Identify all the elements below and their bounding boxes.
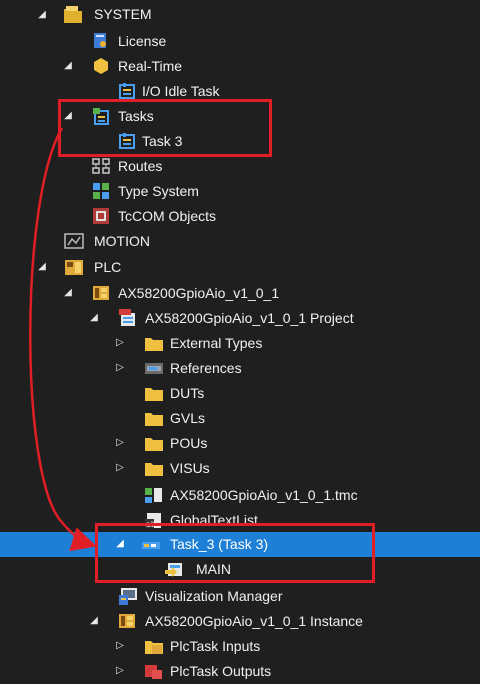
- tree-item-label: Task 3: [142, 133, 183, 149]
- tree-item-routes[interactable]: Routes: [0, 154, 480, 179]
- task-icon: [118, 132, 136, 150]
- tree-item-plctask-inputs[interactable]: ▷ PlcTask Inputs: [0, 634, 480, 659]
- tree-item-plc-project-file[interactable]: ◢ AX58200GpioAio_v1_0_1 Project: [0, 306, 480, 331]
- tree-item-label: PlcTask Inputs: [170, 638, 261, 654]
- tree-item-label: TcCOM Objects: [118, 208, 217, 224]
- tree-item-label: AX58200GpioAio_v1_0_1 Project: [145, 310, 354, 326]
- tree-item-duts[interactable]: DUTs: [0, 381, 480, 406]
- expand-toggle[interactable]: ▷: [114, 361, 126, 375]
- plc-icon: [64, 258, 83, 276]
- tree-item-io-idle-task[interactable]: I/O Idle Task: [0, 79, 480, 104]
- tree-item-type-system[interactable]: Type System: [0, 179, 480, 204]
- tree-item-label: AX58200GpioAio_v1_0_1.tmc: [170, 487, 358, 503]
- tree-item-label: GlobalTextList: [170, 512, 258, 528]
- tree-item-label: I/O Idle Task: [142, 83, 220, 99]
- tree-item-label: Task_3 (Task 3): [170, 536, 269, 552]
- expand-toggle[interactable]: ▷: [114, 461, 126, 475]
- tasks-icon: [92, 107, 110, 125]
- tree-item-visualization-manager[interactable]: Visualization Manager: [0, 584, 480, 609]
- realtime-icon: [92, 57, 110, 75]
- tree-item-real-time[interactable]: ◢ Real-Time: [0, 54, 480, 79]
- expand-toggle[interactable]: ◢: [36, 8, 48, 22]
- expand-toggle[interactable]: ▷: [114, 436, 126, 450]
- tree-item-label: GVLs: [170, 410, 206, 426]
- expand-toggle[interactable]: ◢: [88, 614, 100, 628]
- tree-item-global-text-list[interactable]: ab GlobalTextList: [0, 508, 480, 533]
- tree-item-label: References: [170, 360, 242, 376]
- visu-manager-icon: [118, 587, 137, 605]
- tree-item-gvls[interactable]: GVLs: [0, 406, 480, 431]
- tmc-icon: [144, 486, 162, 504]
- expand-toggle[interactable]: ◢: [36, 260, 48, 274]
- tree-item-tccom-objects[interactable]: TcCOM Objects: [0, 204, 480, 229]
- solution-explorer-tree: ◢ SYSTEM License ◢ Real-Time I/O Idle Ta…: [0, 0, 480, 684]
- tree-item-label: Visualization Manager: [145, 588, 283, 604]
- tree-item-pous[interactable]: ▷ POUs: [0, 431, 480, 456]
- expand-toggle[interactable]: ▷: [114, 664, 126, 678]
- expand-toggle[interactable]: ◢: [114, 537, 126, 551]
- textlist-icon: ab: [144, 511, 162, 529]
- tree-item-license[interactable]: License: [0, 29, 480, 54]
- tree-item-visus[interactable]: ▷ VISUs: [0, 456, 480, 481]
- instance-icon: [118, 612, 136, 630]
- tree-item-tmc[interactable]: AX58200GpioAio_v1_0_1.tmc: [0, 483, 480, 508]
- task-icon: [118, 82, 136, 100]
- tree-item-label: PlcTask Outputs: [170, 663, 272, 679]
- tccom-icon: [92, 207, 110, 225]
- tree-item-motion[interactable]: MOTION: [0, 229, 480, 254]
- folder-icon: [144, 409, 163, 427]
- tree-item-label: DUTs: [170, 385, 205, 401]
- type-system-icon: [92, 182, 110, 200]
- references-icon: [144, 359, 163, 377]
- outputs-icon: [144, 662, 162, 680]
- folder-icon: [144, 334, 163, 352]
- folder-icon: [144, 434, 163, 452]
- plc-project-icon: [92, 284, 110, 302]
- tree-item-label: Routes: [118, 158, 163, 174]
- tree-item-plc[interactable]: ◢ PLC: [0, 255, 480, 280]
- tree-item-label: VISUs: [170, 460, 210, 476]
- tree-item-label: MOTION: [94, 233, 150, 249]
- motion-icon: [64, 232, 84, 250]
- tree-item-task-3-reference[interactable]: ◢ Task_3 (Task 3): [0, 532, 480, 557]
- inputs-icon: [144, 637, 163, 655]
- routes-icon: [92, 157, 110, 175]
- tree-item-label: MAIN: [196, 561, 231, 577]
- tree-item-external-types[interactable]: ▷ External Types: [0, 331, 480, 356]
- tree-item-references[interactable]: ▷ References: [0, 356, 480, 381]
- folder-icon: [144, 384, 163, 402]
- tree-item-label: SYSTEM: [94, 6, 152, 22]
- license-icon: [92, 32, 110, 50]
- tree-item-system[interactable]: ◢ SYSTEM: [0, 3, 480, 28]
- expand-toggle[interactable]: ▷: [114, 639, 126, 653]
- plc-file-icon: [118, 309, 136, 327]
- tree-item-label: License: [118, 33, 167, 49]
- system-folder-icon: [62, 3, 82, 23]
- tree-item-task-3[interactable]: Task 3: [0, 129, 480, 154]
- tree-item-label: PLC: [94, 259, 122, 275]
- tree-item-label: External Types: [170, 335, 263, 351]
- expand-toggle[interactable]: ◢: [62, 286, 74, 300]
- program-icon: [164, 560, 182, 578]
- tree-item-label: AX58200GpioAio_v1_0_1: [118, 285, 280, 301]
- tree-item-label: AX58200GpioAio_v1_0_1 Instance: [145, 613, 363, 629]
- tree-item-label: Tasks: [118, 108, 154, 124]
- expand-toggle[interactable]: ◢: [62, 109, 74, 123]
- svg-text:ab: ab: [146, 520, 156, 529]
- tree-item-label: Type System: [118, 183, 199, 199]
- expand-toggle[interactable]: ▷: [114, 336, 126, 350]
- tree-item-label: POUs: [170, 435, 208, 451]
- expand-toggle[interactable]: ◢: [62, 59, 74, 73]
- folder-icon: [144, 459, 163, 477]
- tree-item-plctask-outputs[interactable]: ▷ PlcTask Outputs: [0, 659, 480, 684]
- tree-item-plc-instance[interactable]: ◢ AX58200GpioAio_v1_0_1 Instance: [0, 609, 480, 634]
- tree-item-label: Real-Time: [118, 58, 183, 74]
- tree-item-main[interactable]: MAIN: [0, 557, 480, 582]
- plc-task-icon: [140, 535, 160, 553]
- tree-item-tasks[interactable]: ◢ Tasks: [0, 104, 480, 129]
- expand-toggle[interactable]: ◢: [88, 311, 100, 325]
- tree-item-plc-project[interactable]: ◢ AX58200GpioAio_v1_0_1: [0, 281, 480, 306]
